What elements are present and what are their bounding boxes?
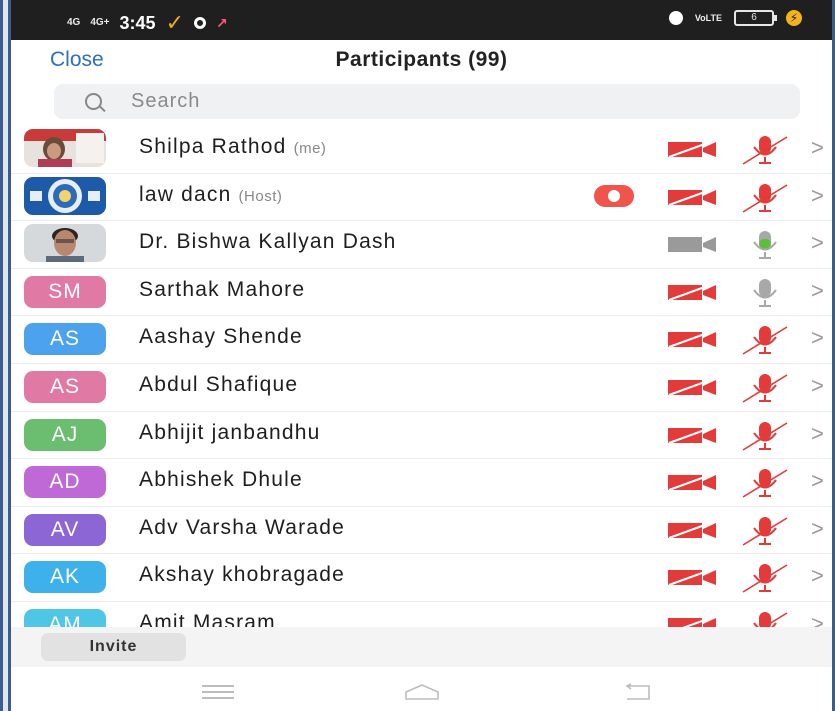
participant-name: Abdul Shafique	[139, 373, 299, 396]
chevron-right-icon[interactable]: >	[811, 563, 824, 589]
video-off-icon[interactable]	[667, 473, 717, 492]
invite-button[interactable]: Invite	[41, 633, 186, 661]
search-placeholder: Search	[131, 90, 201, 112]
mic-muted-icon[interactable]	[739, 608, 791, 627]
chevron-right-icon[interactable]: >	[811, 468, 824, 494]
mic-on-icon[interactable]	[739, 275, 791, 309]
home-icon[interactable]	[404, 683, 440, 701]
avatar-initials: AM	[24, 609, 106, 627]
video-off-icon[interactable]	[667, 187, 717, 206]
video-off-icon[interactable]	[667, 330, 717, 349]
signal-2-label: 4G+	[90, 17, 110, 28]
chevron-right-icon[interactable]: >	[811, 325, 824, 351]
avatar	[24, 129, 106, 167]
participant-row[interactable]: Dr. Bishwa Kallyan Dash >	[11, 220, 832, 269]
participant-name: Aashay Shende	[139, 325, 303, 349]
participant-row[interactable]: AK Akshay khobragade >	[11, 553, 832, 602]
participant-row[interactable]: AS Aashay Shende >	[11, 315, 832, 364]
participant-list[interactable]: Shilpa Rathod (me) > law dacn (Host) > D…	[11, 125, 832, 627]
charging-icon: ⚡	[786, 10, 802, 26]
participant-row[interactable]: Shilpa Rathod (me) >	[11, 125, 832, 174]
participant-name: Abhishek Dhule	[139, 468, 303, 492]
video-off-icon[interactable]	[667, 520, 717, 539]
menu-icon[interactable]	[202, 685, 234, 703]
chevron-right-icon[interactable]: >	[811, 373, 824, 399]
back-icon[interactable]	[623, 683, 653, 701]
avatar-initials: SM	[24, 275, 106, 308]
checkmark-icon: ✓	[165, 10, 184, 35]
avatar-initials: AS	[24, 323, 106, 356]
chevron-right-icon[interactable]: >	[811, 230, 824, 256]
recording-icon	[594, 184, 634, 207]
alarm-icon	[668, 11, 683, 25]
participant-row[interactable]: AM Amit Masram >	[11, 601, 832, 627]
search-input[interactable]: Search	[54, 84, 800, 119]
mic-muted-icon[interactable]	[739, 465, 791, 499]
header: Close Participants (99)	[11, 40, 832, 80]
video-off-icon[interactable]	[667, 378, 717, 396]
participant-name: Akshay khobragade	[139, 563, 346, 587]
avatar	[24, 176, 106, 215]
participant-row[interactable]: AS Abdul Shafique >	[11, 363, 832, 412]
chevron-right-icon[interactable]: >	[811, 135, 824, 161]
chevron-right-icon[interactable]: >	[811, 183, 824, 209]
participant-name: Abhijit janbandhu	[139, 420, 321, 444]
mic-muted-icon[interactable]	[739, 418, 791, 452]
chevron-right-icon[interactable]: >	[811, 516, 824, 542]
mic-muted-icon[interactable]	[739, 560, 791, 594]
status-bar: 4G 4G+ 3:45 ✓ ↗ VoLTE 6 ⚡	[11, 0, 832, 40]
video-off-icon[interactable]	[667, 282, 717, 301]
footer-bar: Invite	[11, 627, 832, 667]
avatar-initials: AK	[24, 561, 106, 594]
video-on-icon[interactable]	[667, 235, 717, 253]
participant-tag: (me)	[293, 140, 327, 157]
signal-1-label: 4G	[67, 17, 81, 28]
participant-name: Shilpa Rathod (me)	[139, 135, 327, 158]
participant-name: Amit Masram	[139, 611, 276, 627]
battery-icon: 6	[734, 10, 777, 26]
page-title: Participants (99)	[335, 48, 508, 71]
avatar-initials: AD	[24, 466, 106, 499]
mic-active-icon[interactable]	[739, 227, 791, 261]
mic-muted-icon[interactable]	[739, 370, 791, 404]
chevron-right-icon[interactable]: >	[811, 278, 824, 304]
participant-row[interactable]: AV Adv Varsha Warade >	[11, 506, 832, 555]
participant-row[interactable]: AJ Abhijit janbandhu >	[11, 411, 832, 460]
missed-call-icon: ↗	[216, 14, 228, 31]
avatar-initials: AJ	[24, 418, 106, 451]
phone-screen: 4G 4G+ 3:45 ✓ ↗ VoLTE 6 ⚡ Close Particip…	[11, 0, 832, 711]
window-frame-left	[0, 0, 11, 711]
volte-label: VoLTE	[694, 12, 722, 23]
participant-name: Dr. Bishwa Kallyan Dash	[139, 230, 397, 254]
mic-muted-icon[interactable]	[739, 180, 791, 214]
participant-name: law dacn (Host)	[139, 182, 283, 206]
participant-row[interactable]: SM Sarthak Mahore >	[11, 268, 832, 317]
notification-dot-icon	[194, 17, 206, 29]
clock: 3:45	[119, 12, 156, 33]
video-off-icon[interactable]	[667, 425, 717, 444]
chevron-right-icon[interactable]: >	[811, 421, 824, 447]
search-icon	[85, 93, 102, 110]
video-off-icon[interactable]	[667, 616, 717, 627]
android-nav-bar	[11, 667, 832, 711]
participant-row[interactable]: law dacn (Host) >	[11, 173, 832, 222]
mic-muted-icon[interactable]	[739, 513, 791, 547]
mic-muted-icon[interactable]	[739, 322, 791, 356]
video-off-icon[interactable]	[667, 140, 717, 158]
participant-row[interactable]: AD Abhishek Dhule >	[11, 458, 832, 507]
chevron-right-icon[interactable]: >	[811, 611, 824, 627]
participant-name: Sarthak Mahore	[139, 277, 306, 301]
avatar-initials: AV	[24, 513, 106, 546]
avatar-initials: AS	[24, 371, 106, 403]
video-off-icon[interactable]	[667, 568, 717, 587]
mic-muted-icon[interactable]	[739, 132, 791, 166]
avatar	[24, 224, 106, 263]
participant-name: Adv Varsha Warade	[139, 515, 345, 539]
participant-tag: (Host)	[238, 187, 283, 205]
